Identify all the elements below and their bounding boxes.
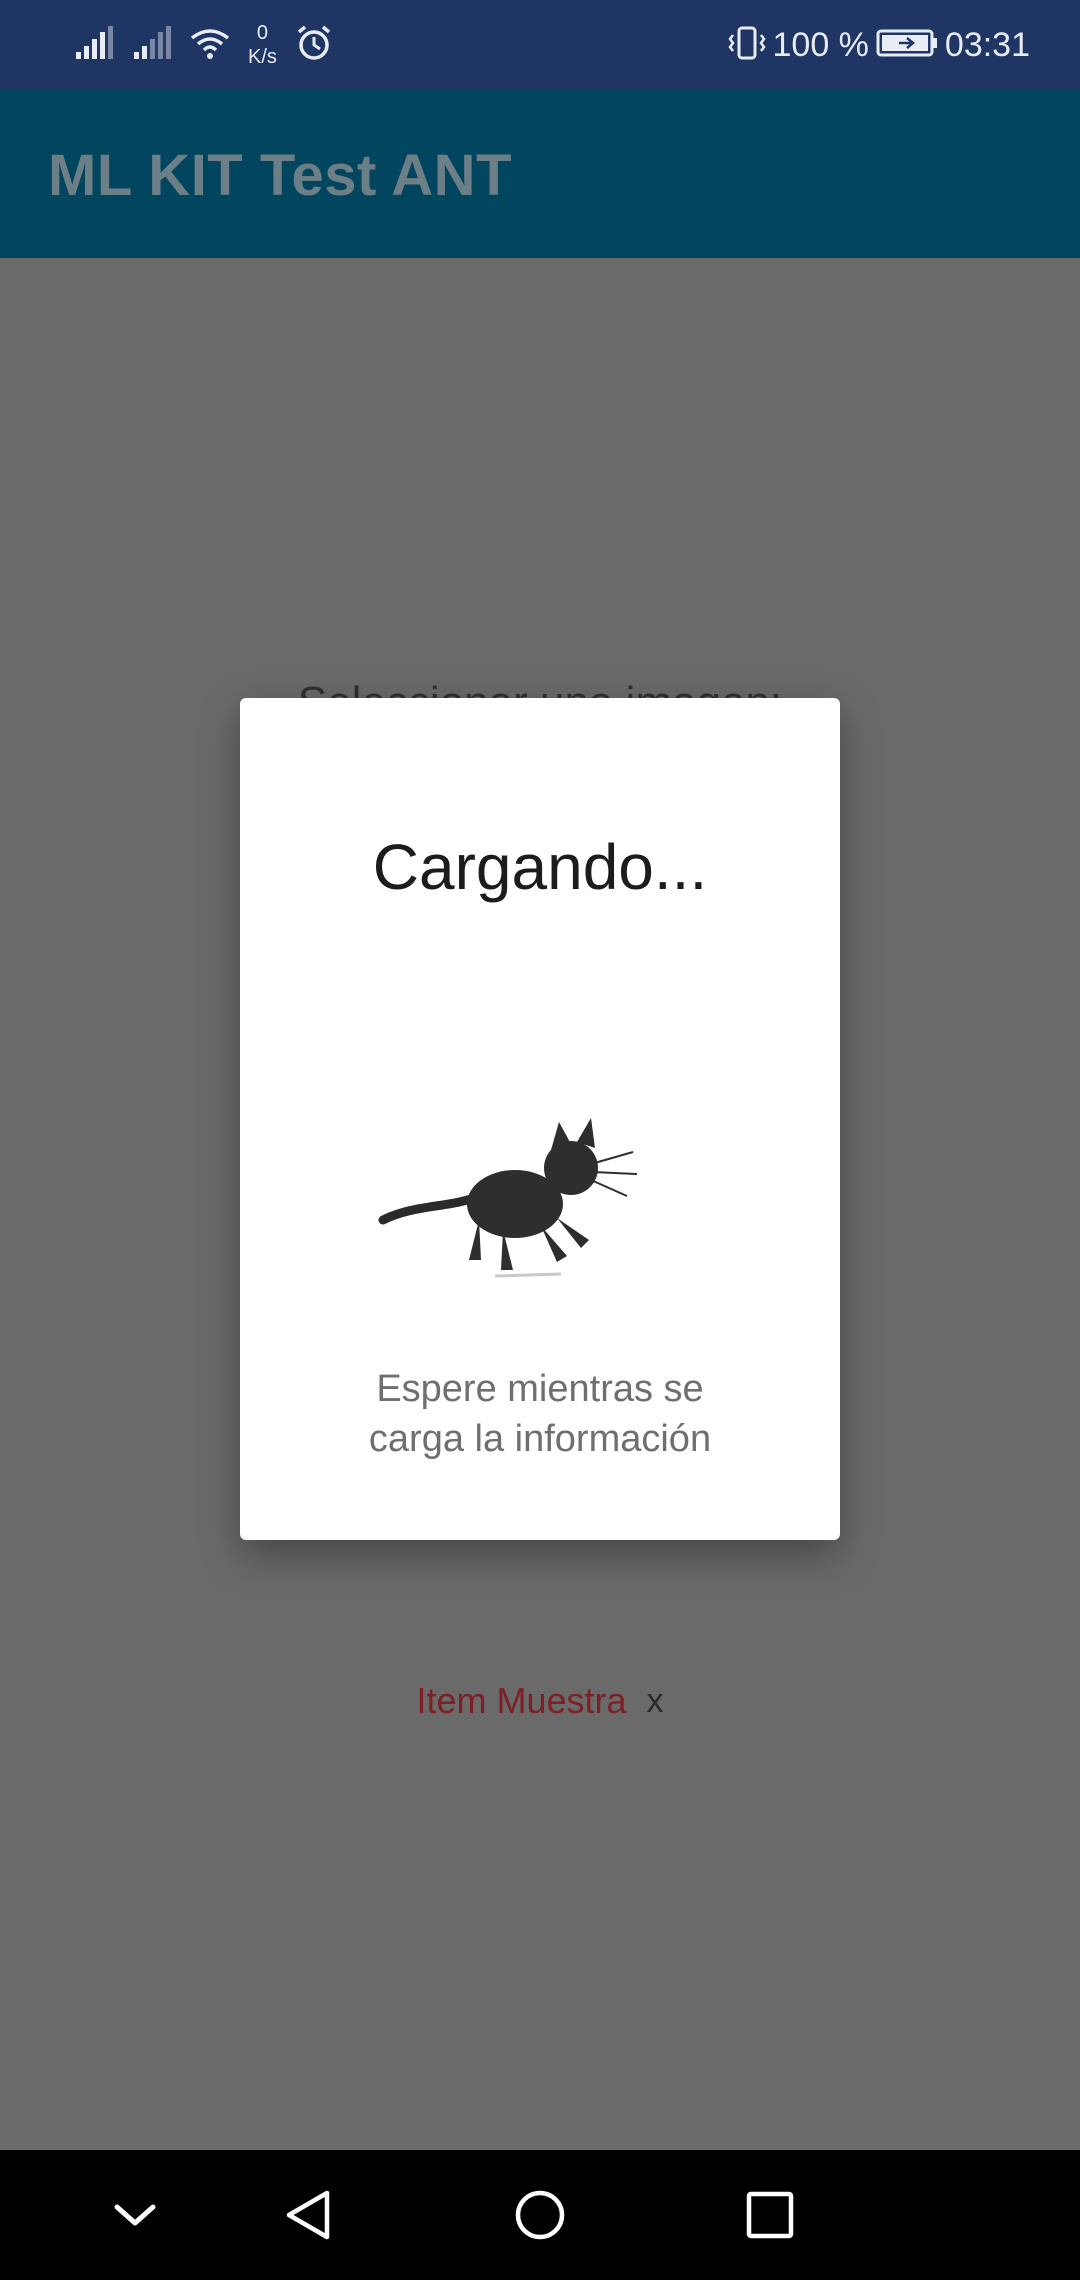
clock: 03:31	[944, 25, 1030, 64]
signal-icon	[74, 25, 114, 65]
app-bar: ML KIT Test ANT	[0, 90, 1080, 258]
dialog-message-line-1: Espere mientras se	[376, 1368, 704, 1410]
wifi-icon	[190, 26, 230, 65]
dialog-message-line-2: carga la información	[368, 1418, 712, 1460]
item-chip[interactable]: Item Muestra x	[0, 1680, 1080, 1722]
status-right: 100 % 03:31	[727, 18, 1030, 72]
recents-icon[interactable]	[736, 2181, 804, 2249]
battery-percent: 100 %	[772, 25, 869, 64]
alarm-icon	[295, 24, 333, 67]
status-bar: 0 K/s 100 % 03:31	[0, 0, 1080, 90]
dialog-title: Cargando...	[372, 831, 708, 903]
speed-unit: K/s	[248, 46, 277, 68]
chip-label[interactable]: Item Muestra	[416, 1680, 626, 1722]
speed-value: 0	[256, 22, 269, 44]
battery-icon	[875, 26, 939, 65]
app-title: ML KIT Test ANT	[48, 143, 512, 208]
chip-close-button[interactable]: x	[647, 1682, 664, 1721]
chevron-down-icon[interactable]	[101, 2181, 169, 2249]
navigation-bar	[0, 2150, 1080, 2280]
status-left: 0 K/s	[74, 18, 333, 72]
network-speed: 0 K/s	[248, 21, 277, 69]
home-icon[interactable]	[506, 2181, 574, 2249]
loading-dialog: Cargando... Espere mientras se carga la …	[240, 698, 840, 1540]
back-icon[interactable]	[275, 2181, 343, 2249]
dialog-message: Espere mientras se carga la información	[300, 1364, 780, 1464]
vibrate-icon	[727, 26, 767, 65]
cat-icon	[378, 1118, 638, 1278]
signal-icon	[132, 25, 172, 65]
